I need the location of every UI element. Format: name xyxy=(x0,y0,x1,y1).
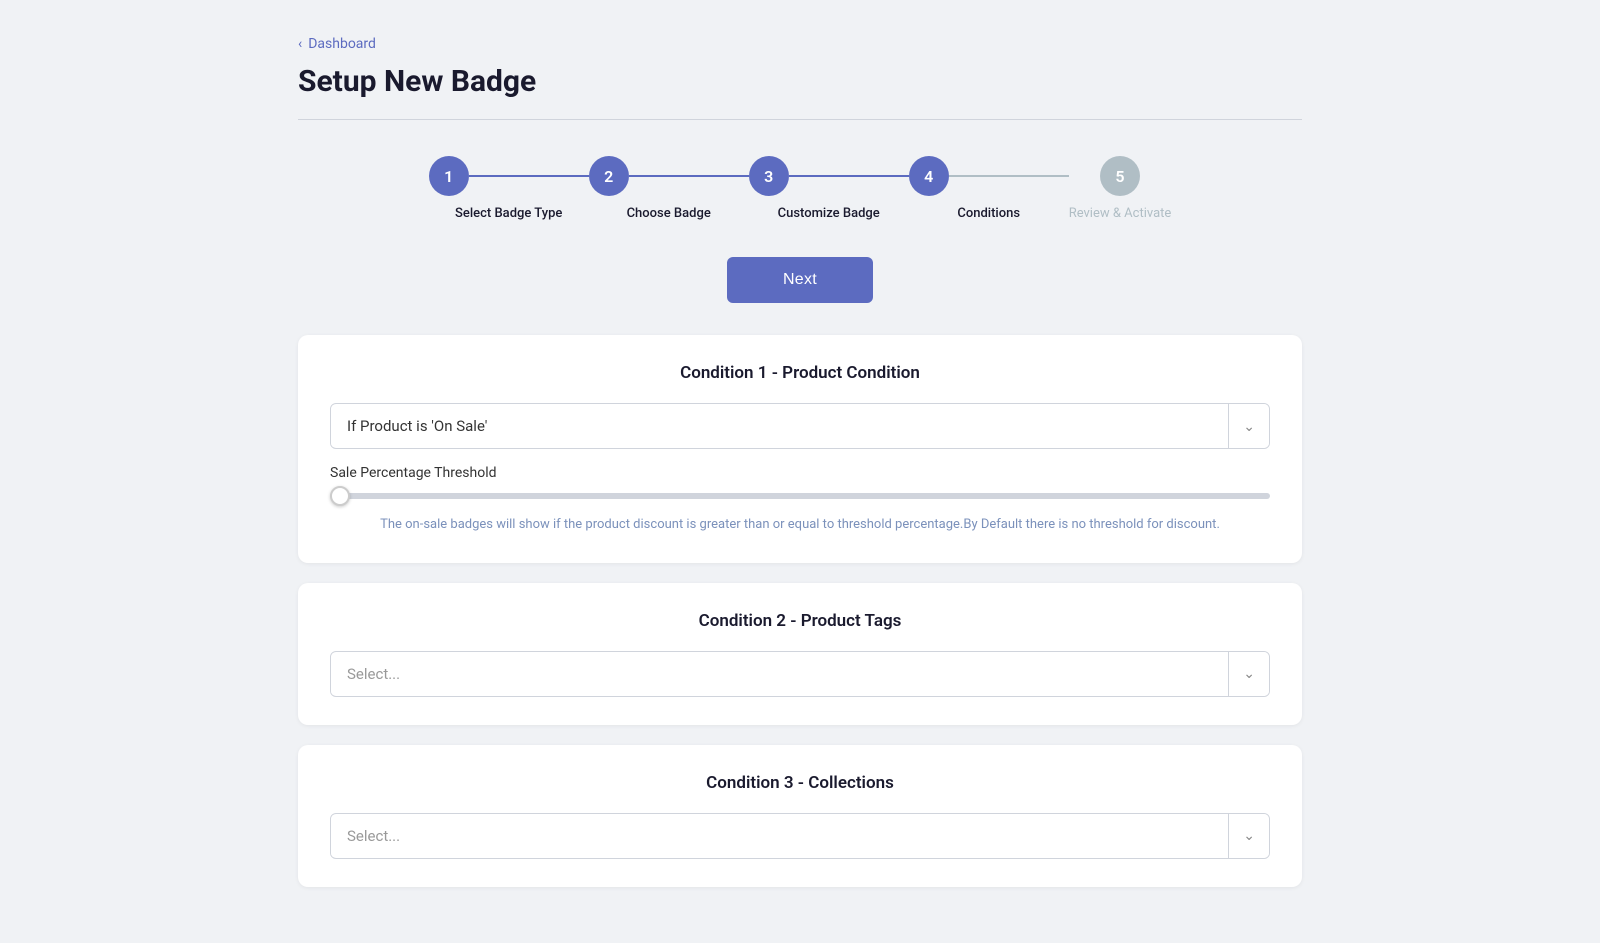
condition-1-dropdown-value: If Product is 'On Sale' xyxy=(331,405,1228,447)
condition-2-card: Condition 2 - Product Tags Select... ⌄ xyxy=(298,583,1302,725)
chevron-down-icon-2: ⌄ xyxy=(1243,665,1255,682)
step-4-circle: 4 xyxy=(909,156,949,196)
condition-3-dropdown[interactable]: Select... ⌄ xyxy=(330,813,1270,859)
step-2: 2 Choose Badge xyxy=(589,156,749,221)
connector-4-5 xyxy=(949,175,1069,177)
chevron-down-icon-3: ⌄ xyxy=(1243,827,1255,844)
step-5-circle: 5 xyxy=(1100,156,1140,196)
step-1: 1 Select Badge Type xyxy=(429,156,589,221)
condition-1-dropdown-button[interactable]: ⌄ xyxy=(1229,404,1269,448)
condition-2-dropdown[interactable]: Select... ⌄ xyxy=(330,651,1270,697)
condition-1-dropdown[interactable]: If Product is 'On Sale' ⌄ xyxy=(330,403,1270,449)
condition-2-title: Condition 2 - Product Tags xyxy=(330,611,1270,631)
breadcrumb-chevron-icon: ‹ xyxy=(298,36,302,52)
connector-3-4 xyxy=(789,175,909,177)
condition-2-dropdown-value: Select... xyxy=(331,653,1228,695)
condition-3-dropdown-value: Select... xyxy=(331,815,1228,857)
condition-3-title: Condition 3 - Collections xyxy=(330,773,1270,793)
next-button-container: Next xyxy=(298,257,1302,303)
step-2-label: Choose Badge xyxy=(627,206,711,221)
breadcrumb-label: Dashboard xyxy=(308,36,376,52)
slider-track xyxy=(330,493,1270,499)
step-3-label: Customize Badge xyxy=(778,206,880,221)
chevron-down-icon: ⌄ xyxy=(1243,418,1255,435)
condition-1-card: Condition 1 - Product Condition If Produ… xyxy=(298,335,1302,563)
stepper: 1 Select Badge Type 2 Choose Badge 3 Cus… xyxy=(298,156,1302,221)
next-button[interactable]: Next xyxy=(727,257,873,303)
sale-threshold-slider[interactable] xyxy=(330,493,1270,499)
connector-1-2 xyxy=(469,175,589,177)
connector-2-3 xyxy=(629,175,749,177)
step-3: 3 Customize Badge xyxy=(749,156,909,221)
slider-hint: The on-sale badges will show if the prod… xyxy=(330,515,1270,535)
condition-3-dropdown-button[interactable]: ⌄ xyxy=(1229,814,1269,858)
breadcrumb[interactable]: ‹ Dashboard xyxy=(298,36,1302,52)
condition-2-dropdown-button[interactable]: ⌄ xyxy=(1229,652,1269,696)
step-1-label: Select Badge Type xyxy=(455,206,562,221)
step-2-circle: 2 xyxy=(589,156,629,196)
condition-3-card: Condition 3 - Collections Select... ⌄ xyxy=(298,745,1302,887)
title-divider xyxy=(298,119,1302,120)
step-4-label: Conditions xyxy=(957,206,1020,221)
page-title: Setup New Badge xyxy=(298,64,1302,99)
step-3-circle: 3 xyxy=(749,156,789,196)
step-5-label: Review & Activate xyxy=(1069,206,1172,221)
step-4: 4 Conditions xyxy=(909,156,1069,221)
step-5: 5 Review & Activate xyxy=(1069,156,1172,221)
step-1-circle: 1 xyxy=(429,156,469,196)
condition-1-title: Condition 1 - Product Condition xyxy=(330,363,1270,383)
slider-label: Sale Percentage Threshold xyxy=(330,465,1270,481)
